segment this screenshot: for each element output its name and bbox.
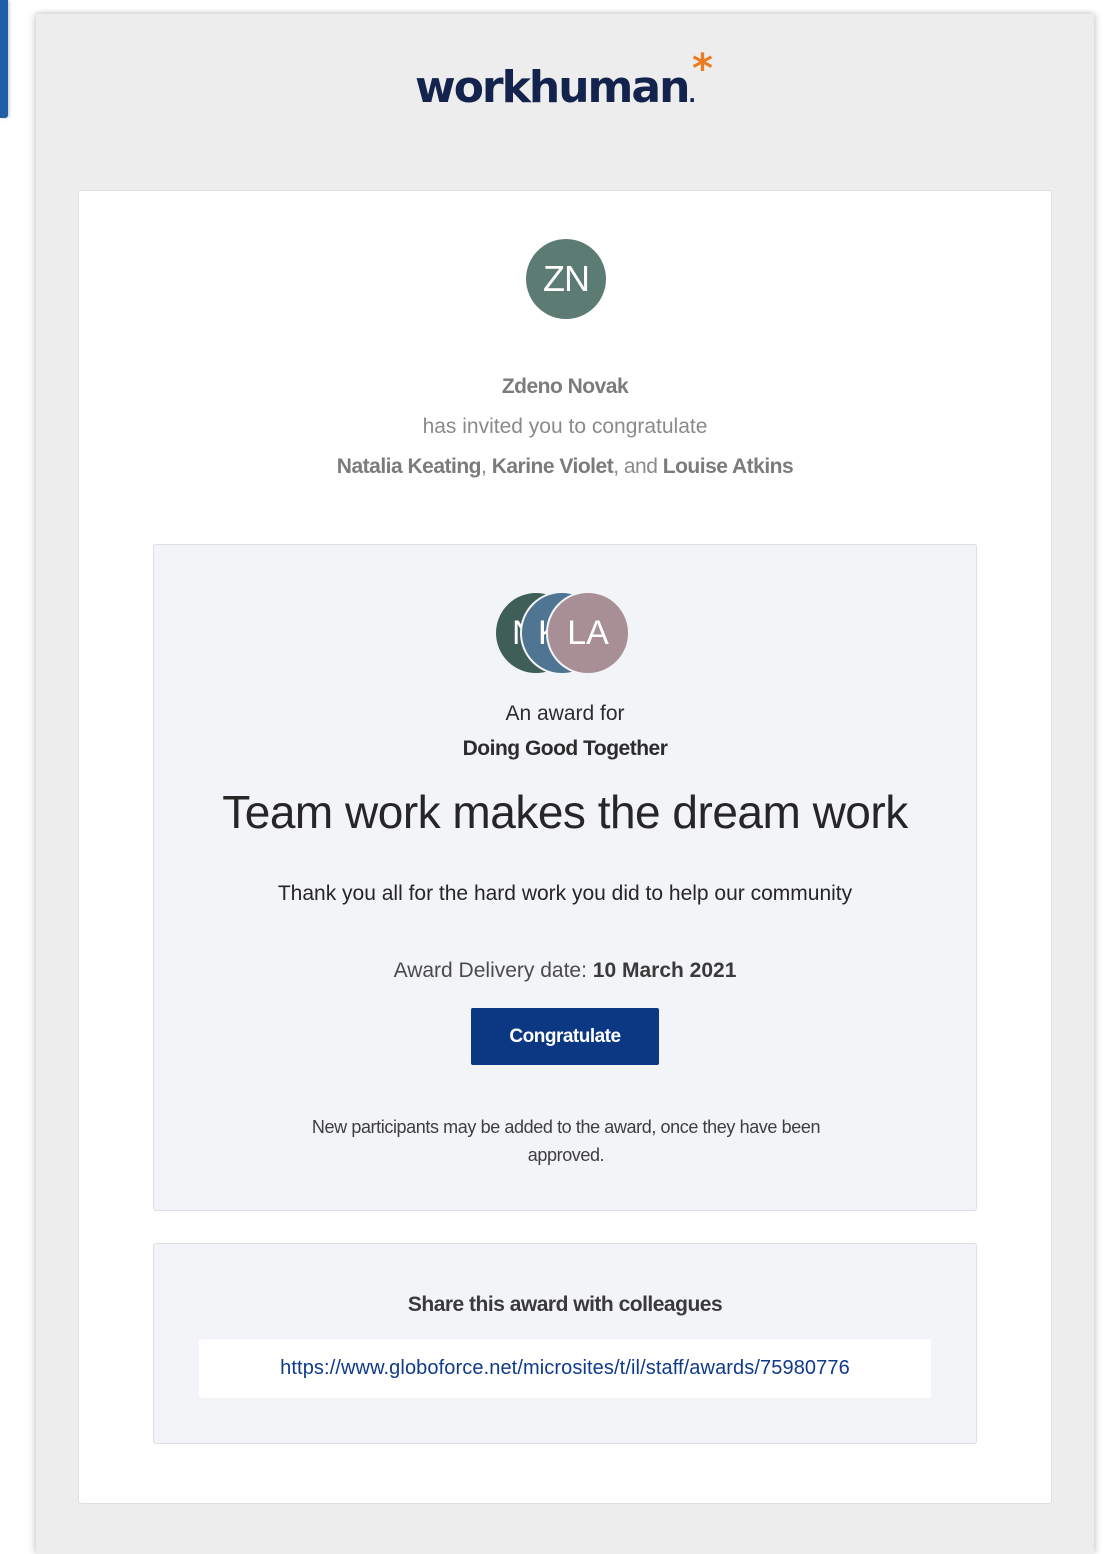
- recipient-name: Louise Atkins: [662, 455, 794, 478]
- congratulate-button[interactable]: Congratulate: [471, 1008, 659, 1065]
- share-award-link[interactable]: https://www.globoforce.net/microsites/t/…: [280, 1357, 850, 1380]
- email-frame: workhuman.* ZN Zdeno Novak has invited y…: [36, 14, 1094, 1554]
- award-panel: N K LA An award for Doing Good Together …: [153, 544, 977, 1211]
- recipient-separator: ,: [481, 455, 487, 478]
- workhuman-logo: workhuman.*: [36, 49, 1094, 110]
- inviter-avatar: ZN: [526, 239, 606, 319]
- recipient-name: Karine Violet: [491, 455, 614, 478]
- email-card: ZN Zdeno Novak has invited you to congra…: [78, 190, 1052, 1504]
- participants-note: New participants may be added to the awa…: [311, 1117, 821, 1165]
- recipients-line: Natalia Keating, Karine Violet, and Loui…: [79, 455, 1051, 479]
- award-delivery-date: Award Delivery date: 10 March 2021: [154, 959, 976, 983]
- recipient-avatar-stack: N K LA: [494, 591, 634, 677]
- inviter-name: Zdeno Novak: [501, 375, 629, 398]
- award-name: Doing Good Together: [462, 737, 668, 760]
- award-title: Team work makes the dream work: [222, 786, 908, 838]
- award-message: Thank you all for the hard work you did …: [277, 882, 853, 905]
- delivery-date-value: 10 March 2021: [592, 959, 737, 982]
- logo-wordmark: workhuman: [415, 62, 690, 113]
- window-edge-accent: [0, 0, 8, 118]
- award-for-label: An award for: [505, 702, 625, 725]
- share-heading: Share this award with colleagues: [407, 1293, 723, 1316]
- recipient-avatar: LA: [546, 591, 630, 675]
- share-panel: Share this award with colleagues https:/…: [153, 1243, 977, 1444]
- share-url-field: https://www.globoforce.net/microsites/t/…: [199, 1339, 931, 1398]
- delivery-date-label: Award Delivery date:: [393, 959, 587, 982]
- logo-asterisk-icon: *: [692, 46, 713, 92]
- invite-text: has invited you to congratulate: [422, 415, 708, 438]
- recipient-name: Natalia Keating: [336, 455, 482, 478]
- recipient-conjunction: , and: [613, 455, 658, 478]
